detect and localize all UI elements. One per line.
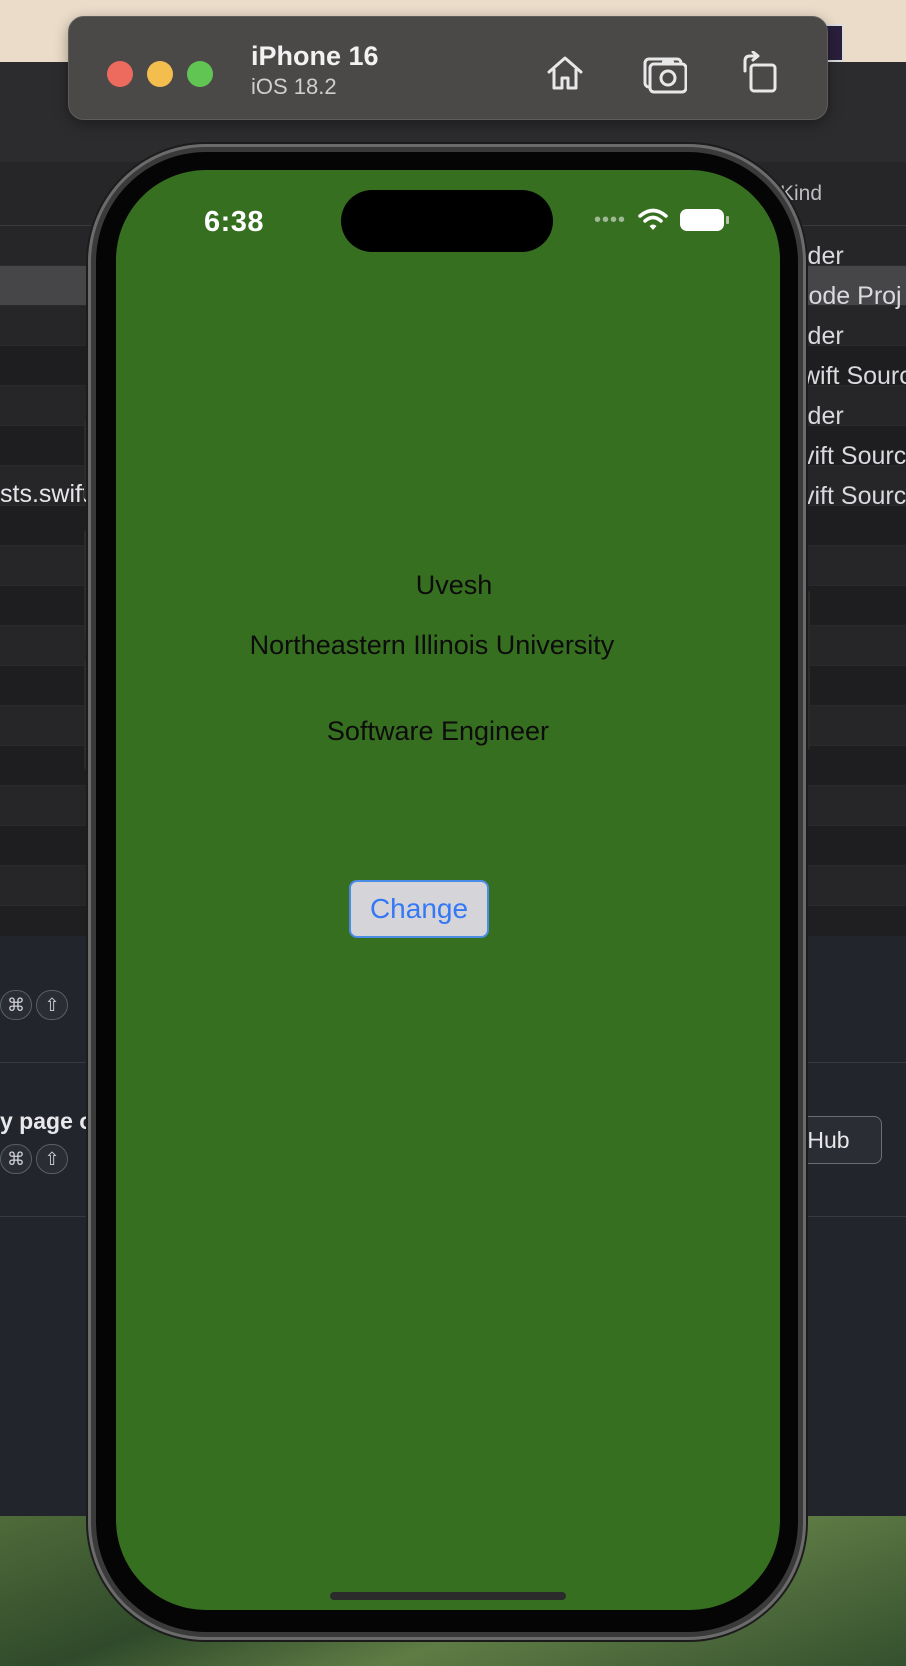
filename-cell: sts.swift [0,480,89,508]
kind-cell: code Proj [796,282,902,310]
kind-cell: lder [802,242,844,270]
home-button[interactable] [539,47,591,99]
zoom-window-button[interactable] [187,61,213,87]
rotate-button[interactable] [735,47,787,99]
home-icon [547,56,583,90]
minimize-window-button[interactable] [147,61,173,87]
device-name: iPhone 16 [251,41,379,71]
shift-key-icon: ⇧ [36,1144,68,1174]
university-label: Northeastern Illinois University [249,630,615,660]
os-version: iOS 18.2 [251,74,337,99]
change-button[interactable]: Change [349,880,489,938]
dynamic-island [341,190,553,252]
battery-icon [680,209,729,231]
screenshot-button[interactable] [639,47,691,99]
cellular-signal-icon: •••• [593,209,626,231]
kind-cell: wift Source [802,362,906,390]
status-icons: •••• [593,208,729,232]
background-page-text: y page o [0,1108,94,1134]
shift-key-icon: ⇧ [36,990,68,1020]
kind-cell: lder [802,402,844,430]
close-window-button[interactable] [107,61,133,87]
simulator-title-bar: iPhone 16 iOS 18.2 [68,16,828,120]
name-label: Uvesh [415,570,493,600]
rotate-icon [743,51,777,93]
phone-screen: 6:38 •••• Uvesh Northeastern Illinois Un… [116,170,780,1610]
status-time: 6:38 [204,206,265,238]
wifi-icon [638,208,668,230]
screenshot-icon [643,57,687,94]
command-key-icon: ⌘ [0,1144,32,1174]
home-indicator[interactable] [330,1592,566,1600]
role-label: Software Engineer [326,716,550,746]
command-key-icon: ⌘ [0,990,32,1020]
kind-cell: vift Source [802,482,906,510]
kind-cell: vift Source [802,442,906,470]
kind-cell: lder [802,322,844,350]
